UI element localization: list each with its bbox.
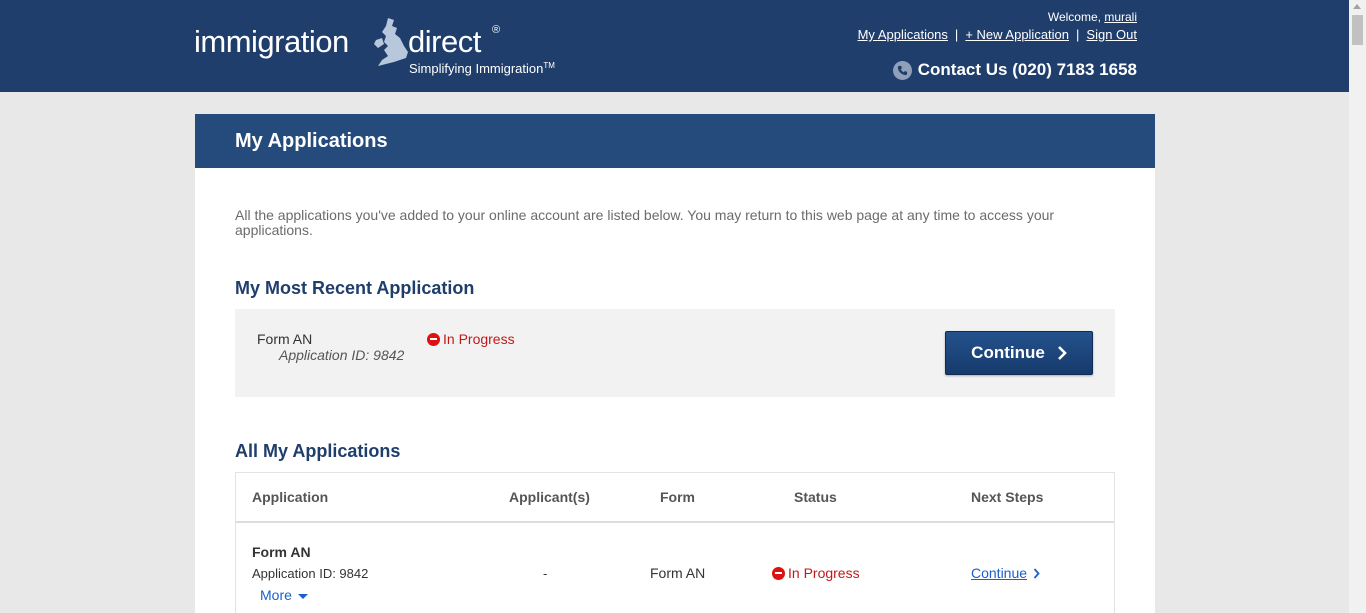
row-status-badge: In Progress: [772, 565, 860, 581]
continue-button[interactable]: Continue: [945, 331, 1093, 375]
row-form: Form AN: [650, 565, 706, 581]
site-header: immigration direct ® Simplifying Immigra…: [0, 0, 1349, 92]
logo-tagline: Simplifying ImmigrationTM: [409, 61, 555, 76]
more-label: More: [260, 587, 292, 603]
row-form-title: Form AN: [252, 544, 311, 560]
column-header-applicants: Applicant(s): [509, 489, 590, 505]
applications-table: Application Applicant(s) Form Status Nex…: [235, 472, 1115, 613]
status-stop-icon: [772, 566, 785, 580]
scroll-up-arrow-icon[interactable]: [1353, 4, 1361, 9]
contact-text: Contact Us (020) 7183 1658: [917, 60, 1137, 79]
caret-down-icon: [297, 593, 308, 599]
column-header-form: Form: [660, 489, 695, 505]
column-header-status: Status: [794, 489, 837, 505]
chevron-right-icon: [1033, 567, 1040, 579]
row-next-step[interactable]: Continue: [971, 565, 1040, 581]
continue-button-label: Continue: [971, 343, 1045, 362]
recent-status-text: In Progress: [443, 331, 515, 347]
registered-mark: ®: [492, 24, 501, 36]
trademark-mark: TM: [543, 61, 555, 70]
all-applications-heading: All My Applications: [235, 441, 401, 461]
recent-form-name: Form AN: [257, 331, 313, 347]
intro-text: All the applications you've added to you…: [235, 207, 1055, 238]
row-application-id: Application ID: 9842: [252, 566, 369, 581]
nav-separator: |: [1076, 27, 1080, 42]
nav-my-applications[interactable]: My Applications: [858, 27, 948, 42]
status-stop-icon: [427, 332, 440, 346]
contact-us[interactable]: Contact Us (020) 7183 1658: [892, 60, 1137, 80]
uk-map-icon: [374, 18, 408, 66]
recent-application-id: Application ID: 9842: [279, 347, 405, 363]
logo-word-direct: direct: [408, 24, 481, 59]
row-continue-link[interactable]: Continue: [971, 565, 1027, 581]
row-status-text: In Progress: [788, 565, 860, 581]
applications-panel: My Applications All the applications you…: [195, 114, 1155, 613]
row-more-toggle[interactable]: More: [260, 587, 308, 603]
scroll-thumb[interactable]: [1352, 15, 1363, 45]
chevron-right-icon: [1057, 346, 1067, 360]
row-applicants: -: [543, 566, 548, 581]
logo[interactable]: immigration direct ® Simplifying Immigra…: [194, 16, 564, 82]
column-header-application: Application: [252, 489, 329, 505]
header-divider: [236, 521, 1114, 523]
nav-sign-out[interactable]: Sign Out: [1086, 27, 1137, 42]
recent-heading: My Most Recent Application: [235, 278, 475, 298]
phone-icon: [892, 60, 912, 80]
page-title: My Applications: [195, 114, 1155, 168]
top-nav: My Applications | + New Application | Sign O…: [858, 27, 1137, 42]
welcome-text: Welcome, murali: [1048, 10, 1137, 24]
recent-status-badge: In Progress: [427, 331, 515, 347]
page-scrollbar[interactable]: [1349, 0, 1366, 613]
username-link[interactable]: murali: [1104, 10, 1137, 24]
nav-separator: |: [954, 27, 959, 42]
column-header-next-steps: Next Steps: [971, 489, 1044, 505]
logo-word-immigration: immigration: [194, 24, 349, 59]
welcome-prefix: Welcome,: [1047, 10, 1101, 24]
recent-application-card: Form AN Application ID: 9842 In Progress…: [235, 309, 1115, 397]
nav-new-application[interactable]: + New Application: [965, 27, 1069, 42]
